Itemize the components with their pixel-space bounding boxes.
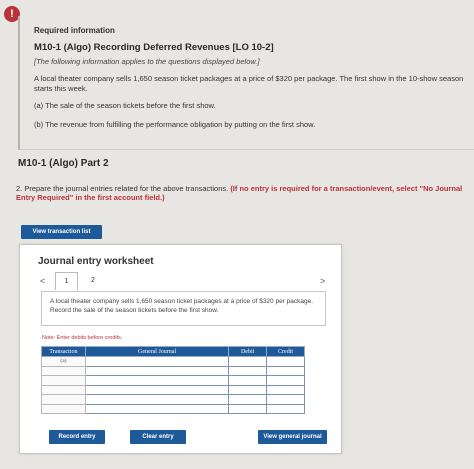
view-general-journal-button[interactable]: View general journal (258, 430, 327, 444)
debit-input[interactable] (228, 356, 268, 367)
page-tab-2[interactable]: 2 (91, 277, 95, 284)
transaction-cell (41, 403, 86, 414)
chevron-right-icon[interactable]: > (320, 276, 325, 286)
journal-table: Transaction General Journal Debit Credit… (41, 346, 305, 414)
journal-entry-worksheet: Journal entry worksheet < 1 2 > A local … (19, 244, 342, 454)
general-journal-input[interactable] (84, 356, 230, 367)
view-transaction-list-button[interactable]: View transaction list (21, 225, 102, 239)
debit-credit-note: Note: Enter debits before credits. (42, 335, 123, 341)
general-journal-input[interactable] (84, 394, 230, 405)
table-row (41, 403, 305, 414)
table-row (41, 384, 305, 395)
debit-input[interactable] (228, 375, 268, 386)
credit-input[interactable] (266, 356, 305, 367)
required-information-heading: Required information (34, 26, 115, 35)
transaction-cell (41, 394, 86, 405)
item-b: (b) The revenue from fulfilling the perf… (34, 120, 316, 129)
column-header-general-journal: General Journal (84, 346, 230, 357)
table-row (41, 365, 305, 376)
record-entry-button[interactable]: Record entry (49, 430, 105, 444)
general-journal-input[interactable] (84, 403, 230, 414)
column-header-debit: Debit (228, 346, 268, 357)
instruction-text: 2. Prepare the journal entries related f… (16, 184, 229, 193)
credit-input[interactable] (266, 403, 305, 414)
column-header-credit: Credit (266, 346, 305, 357)
transaction-cell (41, 365, 86, 376)
column-header-transaction: Transaction (41, 346, 86, 357)
general-journal-input[interactable] (84, 384, 230, 395)
required-information-panel: Required information M10-1 (Algo) Record… (18, 16, 474, 150)
table-row (41, 375, 305, 386)
credit-input[interactable] (266, 384, 305, 395)
debit-input[interactable] (228, 394, 268, 405)
credit-input[interactable] (266, 375, 305, 386)
debit-input[interactable] (228, 403, 268, 414)
credit-input[interactable] (266, 365, 305, 376)
part-title: M10-1 (Algo) Part 2 (18, 158, 109, 169)
debit-input[interactable] (228, 365, 268, 376)
worksheet-title: Journal entry worksheet (38, 256, 154, 267)
problem-description: A local theater company sells 1,650 seas… (34, 74, 464, 93)
table-row: (a) (41, 356, 305, 367)
general-journal-input[interactable] (84, 365, 230, 376)
transaction-cell: (a) (41, 356, 86, 367)
info-note: [The following information applies to th… (34, 57, 260, 66)
debit-input[interactable] (228, 384, 268, 395)
clear-entry-button[interactable]: Clear entry (130, 430, 186, 444)
chevron-left-icon[interactable]: < (40, 276, 45, 286)
general-journal-input[interactable] (84, 375, 230, 386)
problem-title: M10-1 (Algo) Recording Deferred Revenues… (34, 42, 274, 53)
item-a: (a) The sale of the season tickets befor… (34, 101, 216, 110)
transaction-cell (41, 384, 86, 395)
page-tab-1[interactable]: 1 (55, 272, 78, 290)
transaction-description: A local theater company sells 1,650 seas… (41, 291, 326, 326)
transaction-cell (41, 375, 86, 386)
credit-input[interactable] (266, 394, 305, 405)
table-row (41, 394, 305, 405)
instructions: 2. Prepare the journal entries related f… (16, 184, 471, 202)
